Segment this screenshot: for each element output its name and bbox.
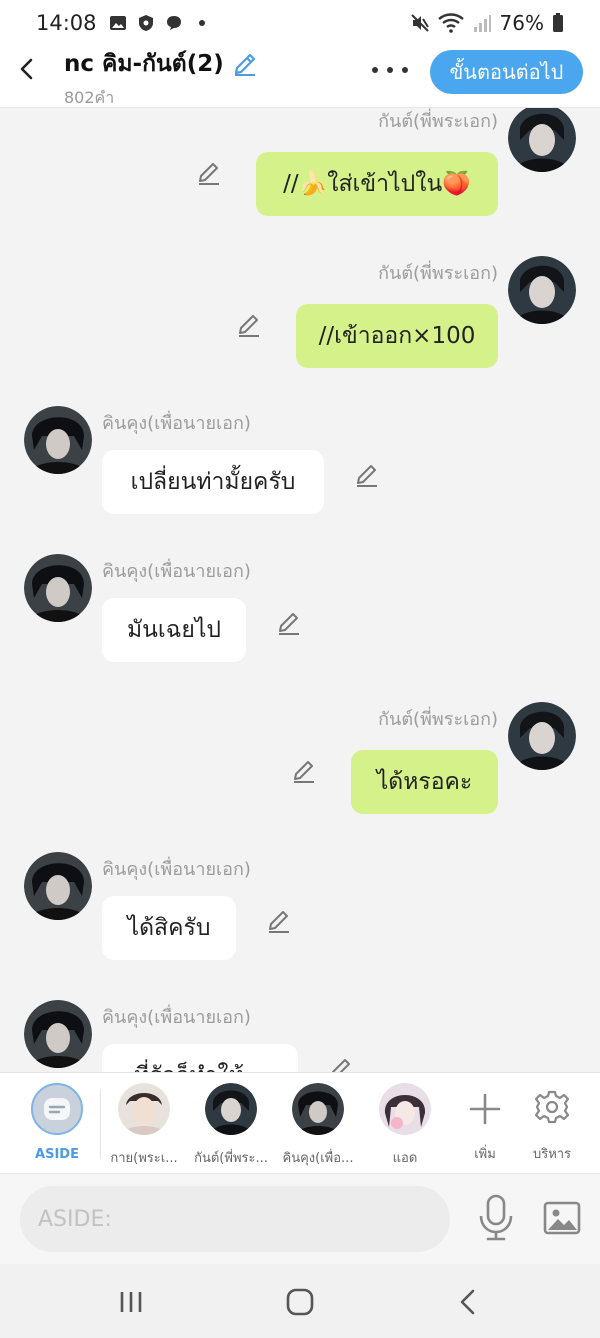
status-right: 76% [410,11,564,35]
chat-notification-icon [166,16,181,30]
message-bubble[interactable]: เปลี่ยนท่ามั้ยครับ [102,450,324,514]
battery-text: 76% [499,11,544,35]
message-bubble[interactable]: //🍌ใส่เข้าไปใน🍑 [256,152,498,216]
image-icon[interactable] [542,1198,582,1238]
chat-message: กันต์(พี่พระเอก) //🍌ใส่เข้าไปใน🍑 [0,108,600,228]
input-bar [0,1174,600,1264]
aside-avatar [31,1083,83,1135]
avatar [118,1083,170,1135]
aside-bubble-icon [44,1098,70,1120]
edit-icon[interactable] [354,462,380,488]
edit-icon[interactable] [266,908,292,934]
back-arrow-icon [20,58,33,80]
gear-icon [534,1090,570,1124]
character-item[interactable]: แอด [362,1083,448,1168]
aside-input[interactable] [20,1186,450,1252]
signal-icon [473,15,491,32]
status-time: 14:08 [36,11,97,35]
avatar[interactable] [508,108,576,172]
avatar [292,1083,344,1135]
character-item[interactable]: คินคุง(เพื่อ... [275,1083,361,1168]
nav-back-icon[interactable] [453,1288,483,1316]
character-label: กันต์(พี่พระ... [194,1151,268,1166]
message-bubble[interactable]: ได้สิครับ [102,896,236,960]
avatar[interactable] [508,702,576,770]
message-bubble[interactable]: มันเฉยไป [102,598,246,662]
pencil-icon[interactable] [232,51,258,77]
character-label: กาย(พระเ... [110,1151,178,1166]
avatar[interactable] [24,1000,92,1068]
avatar[interactable] [24,554,92,622]
sender-name: คินคุง(เพื่อนายเอก) [102,413,251,434]
sender-name: กันต์(พี่พระเอก) [378,709,498,730]
wifi-icon [437,13,464,33]
avatar[interactable] [24,406,92,474]
plus-icon [469,1093,501,1125]
dot-notification-icon [198,20,205,26]
avatar [205,1083,257,1135]
character-label: คินคุง(เพื่อ... [282,1151,354,1166]
chat-message: คินคุง(เพื่อนายเอก) ที่รักก็ทำให้... [0,998,600,1072]
chat-message: คินคุง(เพื่อนายเอก) มันเฉยไป [0,552,600,672]
battery-icon [553,13,563,32]
sender-name: คินคุง(เพื่อนายเอก) [102,859,251,880]
status-notification-icons [109,14,211,32]
character-label: แอด [392,1151,418,1166]
character-label: ASIDE [35,1147,79,1162]
chat-message: คินคุง(เพื่อนายเอก) เปลี่ยนท่ามั้ยครับ [0,404,600,524]
character-item[interactable]: กันต์(พี่พระ... [188,1083,274,1168]
character-strip: ASIDE กาย(พระเ... กันต์(พี่พระ... คินคุง… [0,1072,600,1174]
page-title: nc คิม-กันต์(2) [64,51,224,77]
chat-area[interactable]: กันต์(พี่พระเอก) //🍌ใส่เข้าไปใน🍑 กันต์(พ… [0,108,600,1072]
status-bar: 14:08 76% [0,0,600,46]
recents-icon[interactable] [116,1288,146,1316]
more-button[interactable] [372,60,408,80]
edit-icon[interactable] [291,758,317,784]
chat-message: คินคุง(เพื่อนายเอก) ได้สิครับ [0,850,600,970]
chat-message: กันต์(พี่พระเอก) ได้หรอคะ [0,700,600,820]
edit-icon[interactable] [236,312,262,338]
sender-name: กันต์(พี่พระเอก) [378,111,498,132]
mute-icon [410,14,429,32]
system-nav-bar [0,1264,600,1338]
shield-notification-icon [138,15,153,31]
avatar [379,1083,431,1135]
mic-icon[interactable] [476,1194,516,1242]
edit-icon[interactable] [196,160,222,186]
avatar[interactable] [508,256,576,324]
avatar[interactable] [24,852,92,920]
more-icon [372,67,378,73]
message-bubble[interactable]: ได้หรอคะ [351,750,498,814]
manage-button[interactable]: บริหาร [509,1083,595,1164]
sender-name: คินคุง(เพื่อนายเอก) [102,1007,251,1028]
gallery-notification-icon [109,16,126,30]
character-item[interactable]: กาย(พระเ... [101,1083,187,1168]
back-button[interactable] [12,54,42,84]
title-block: nc คิม-กันต์(2) 802คำ [64,46,258,111]
next-step-button[interactable]: ขั้นตอนต่อไป [430,50,583,94]
chat-message: กันต์(พี่พระเอก) //เข้าออก×100 [0,254,600,374]
manage-label: บริหาร [532,1147,572,1162]
edit-icon[interactable] [328,1056,354,1072]
sender-name: คินคุง(เพื่อนายเอก) [102,561,251,582]
character-aside[interactable]: ASIDE [14,1083,100,1162]
app-header: nc คิม-กันต์(2) 802คำ ขั้นตอนต่อไป [0,46,600,108]
message-bubble[interactable]: ที่รักก็ทำให้... [102,1044,298,1072]
sender-name: กันต์(พี่พระเอก) [378,263,498,284]
home-icon[interactable] [285,1288,315,1316]
edit-icon[interactable] [276,610,302,636]
message-bubble[interactable]: //เข้าออก×100 [296,304,498,368]
